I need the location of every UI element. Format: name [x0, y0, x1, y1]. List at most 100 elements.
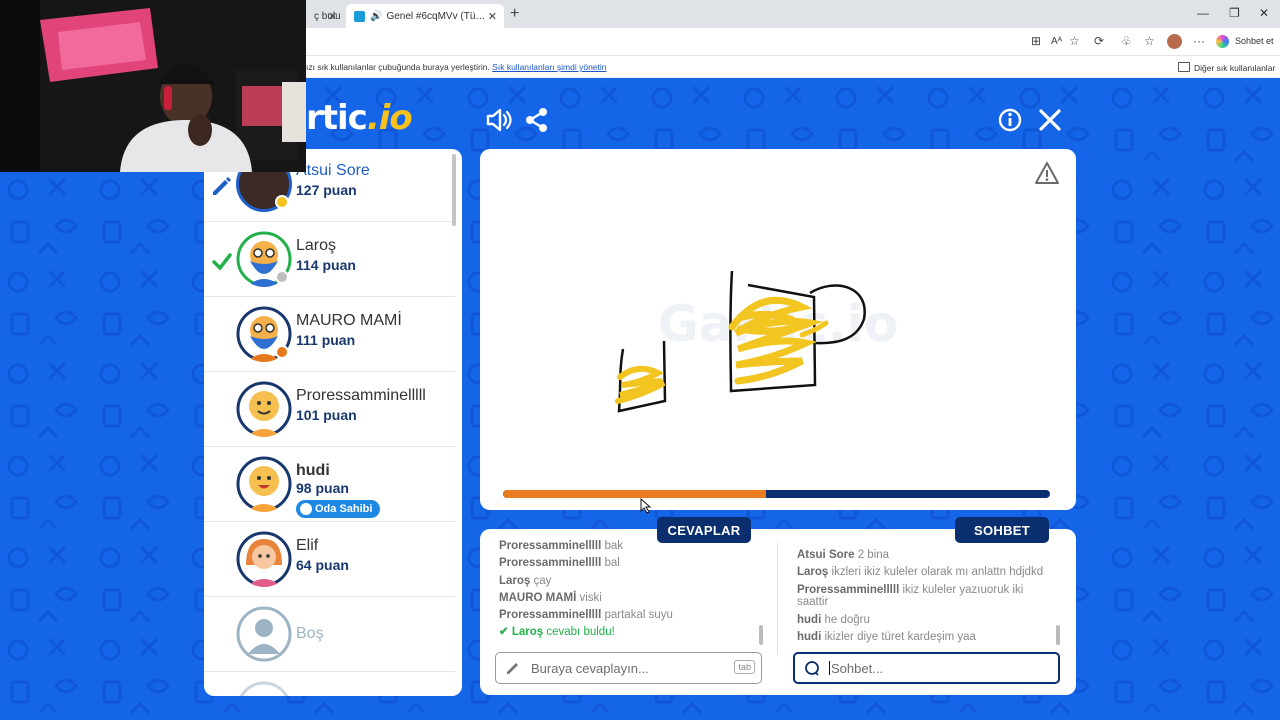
status-dot — [275, 195, 289, 209]
player-name: Boş — [296, 625, 324, 642]
players-scrollbar[interactable] — [452, 154, 456, 226]
sound-icon[interactable] — [484, 106, 512, 134]
player-row[interactable]: hudi 98 puan Oda Sahibi — [204, 448, 456, 522]
browser-tab-active[interactable]: 🔊 Genel #6cqMVv (Türkçe) - Gartic.io ✕ — [346, 4, 504, 28]
player-score: 111 puan — [296, 332, 356, 348]
gartic-logo[interactable]: rtic.io — [306, 98, 413, 138]
webcam-feed-image — [0, 0, 306, 172]
extension-icon[interactable]: ⟳ — [1094, 34, 1104, 48]
answer-text: cevabı buldu! — [546, 626, 615, 639]
chat-text: ikzleri ikiz kuleler olarak mı anlattn h… — [831, 566, 1044, 579]
answer-text: bal — [604, 557, 620, 570]
close-icon[interactable] — [1036, 106, 1064, 134]
check-icon: ✔ — [499, 626, 509, 639]
browser-tab-inactive[interactable]: ç bulu ✕ — [306, 4, 344, 28]
chat-author: Proressamminelllll — [797, 583, 900, 596]
answer-author: Proressamminelllll — [499, 557, 602, 570]
tab-key-hint: tab — [734, 660, 755, 674]
logo-text: rtic — [306, 98, 368, 138]
chat-input[interactable]: Sohbet... — [793, 652, 1060, 684]
answers-chat-panel: CEVAPLAR SOHBET Proressamminelllll bak P… — [480, 517, 1076, 695]
star-icon[interactable]: ☆ — [1069, 34, 1080, 48]
status-dot — [275, 270, 289, 284]
new-tab-button[interactable]: + — [510, 5, 519, 23]
chat-placeholder: Sohbet... — [831, 660, 884, 676]
info-icon[interactable] — [996, 106, 1024, 134]
answer-input[interactable]: Buraya cevaplayın... tab — [495, 652, 762, 684]
room-owner-badge: Oda Sahibi — [296, 500, 381, 518]
answer-item: MAURO MAMİ viski — [499, 590, 761, 607]
copilot-icon[interactable] — [1216, 35, 1229, 48]
game-area: rtic.io Atsui Sore 127 puan Laroş 114 pu… — [0, 78, 1280, 720]
restore-button[interactable]: ❐ — [1229, 6, 1240, 20]
other-favorites-folder[interactable]: Diğer sık kullanılanlar — [1178, 62, 1275, 73]
share-icon[interactable] — [523, 106, 551, 134]
close-window-button[interactable]: ✕ — [1259, 6, 1269, 20]
player-row-empty: Boş — [204, 598, 456, 672]
player-row[interactable]: MAURO MAMİ 111 puan — [204, 298, 456, 372]
chat-bubble-icon — [805, 661, 819, 676]
speaker-icon[interactable]: 🔊 — [370, 11, 382, 22]
player-name: Elif — [296, 537, 319, 554]
favorites-icon[interactable]: ♧ — [1121, 34, 1132, 48]
favicon-icon — [354, 10, 365, 22]
chat-header: SOHBET — [955, 517, 1049, 543]
round-timer-bar — [503, 490, 1050, 498]
player-score: 101 puan — [296, 407, 357, 423]
more-icon[interactable]: ··· — [1193, 34, 1205, 48]
answer-correct-item: ✔ Laroş cevabı buldu! — [499, 624, 761, 641]
answers-scrollbar[interactable] — [759, 625, 763, 645]
close-tab-icon[interactable]: ✕ — [488, 10, 497, 23]
chat-text: 2 bina — [857, 549, 890, 561]
drawing: Gartic.io — [615, 270, 898, 413]
empty-avatar-icon — [239, 681, 289, 696]
player-row[interactable]: Proressamminelllll 101 puan — [204, 373, 456, 447]
answer-placeholder: Buraya cevaplayın... — [531, 660, 649, 676]
badge-label: Oda Sahibi — [315, 503, 373, 515]
player-score: 98 puan — [296, 480, 349, 496]
chat-button[interactable]: Sohbet et — [1235, 36, 1274, 46]
answer-author: Laroş — [499, 574, 531, 587]
report-warning-icon[interactable] — [1034, 161, 1060, 185]
grid-icon[interactable]: ⊞ — [1031, 34, 1041, 48]
read-aloud-icon[interactable]: Aᴬ — [1051, 36, 1062, 47]
drawing-canvas[interactable]: Gartic.io — [480, 149, 1076, 510]
tab-title: Genel #6cqMVv (Türkçe) - Gartic.io — [386, 10, 489, 22]
manage-favorites-link[interactable]: Sık kullanılanları şimdi yönetin — [492, 62, 606, 72]
favorites-message: ızı sık kullanılanlar çubuğunda buraya y… — [306, 62, 607, 72]
chat-author: hudi — [797, 613, 822, 626]
player-name: MAURO MAMİ — [296, 312, 402, 329]
answer-author: Laroş — [511, 626, 544, 639]
minimize-button[interactable]: — — [1197, 6, 1209, 20]
owner-icon — [300, 503, 312, 515]
chat-message: Laroş ikzleri ikiz kuleler olarak mı anl… — [797, 564, 1057, 581]
answer-text: viski — [579, 591, 602, 604]
players-panel: Atsui Sore 127 puan Laroş 114 puan MAURO… — [204, 149, 462, 696]
favorites-message-text: ızı sık kullanılanlar çubuğunda buraya y… — [306, 62, 490, 72]
player-row[interactable]: Laroş 114 puan — [204, 223, 456, 297]
answers-list: Proressamminelllll bak Proressamminellll… — [499, 540, 761, 642]
answer-item: Proressamminelllll bal — [499, 555, 761, 572]
collections-icon[interactable]: ☆ — [1144, 34, 1155, 48]
close-tab-icon[interactable]: ✕ — [328, 10, 337, 23]
chat-text: ikizler diye türet kardeşim yaa — [824, 630, 976, 643]
profile-icon[interactable] — [1167, 34, 1182, 49]
pencil-icon — [213, 177, 231, 195]
chat-author: Laroş — [797, 566, 829, 579]
player-row[interactable]: Elif 64 puan — [204, 523, 456, 597]
chat-scrollbar[interactable] — [1056, 625, 1060, 645]
panel-divider — [777, 543, 778, 655]
chat-message: Proressamminelllll ikiz kuleler yazıuoru… — [797, 584, 1057, 609]
chat-message: Atsui Sore 2 bina — [797, 547, 1057, 564]
check-icon — [212, 253, 232, 271]
avatar — [236, 531, 292, 587]
empty-avatar-icon — [236, 606, 292, 662]
answer-author: Proressamminelllll — [499, 609, 602, 622]
answer-text: çay — [533, 574, 552, 587]
logo-suffix: .io — [366, 98, 413, 138]
mouse-cursor-icon — [640, 498, 652, 514]
player-name: Laroş — [296, 237, 337, 254]
chat-author: hudi — [797, 630, 822, 643]
answer-item: Proressamminelllll partakal suyu — [499, 607, 761, 624]
player-name: Proressamminelllll — [296, 387, 426, 404]
